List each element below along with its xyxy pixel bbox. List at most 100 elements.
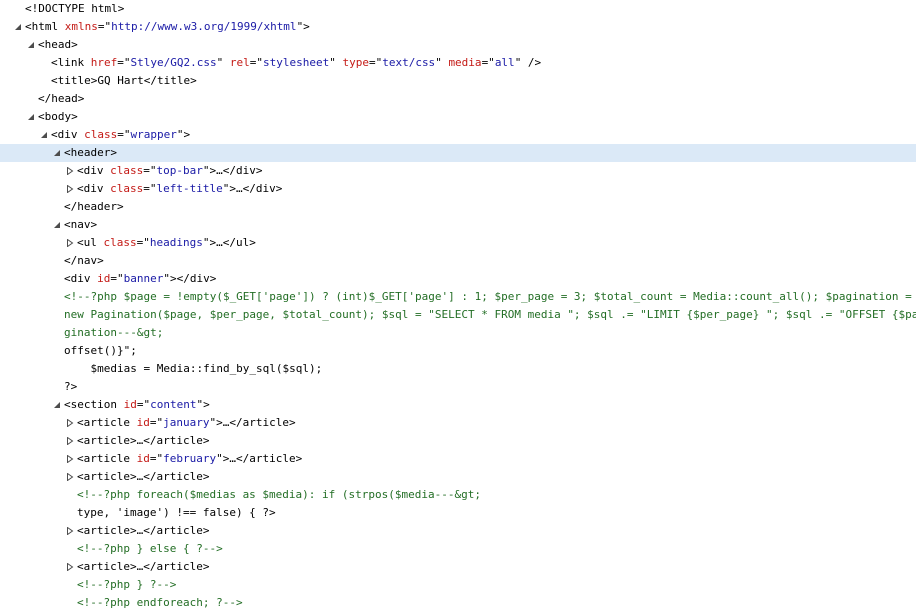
dom-node-row[interactable]: <!--?php } else { ?--> xyxy=(0,540,916,558)
token-attr-name: id xyxy=(97,272,111,285)
token-tag: =" xyxy=(149,416,164,429)
dom-node-row[interactable]: <header> xyxy=(0,144,916,162)
token-attr-value: stylesheet xyxy=(262,56,330,69)
dom-node-row[interactable]: <nav> xyxy=(0,216,916,234)
token-attr-name: id xyxy=(136,452,150,465)
token-tag: <article>…</article> xyxy=(77,434,210,447)
token-attr-value: january xyxy=(163,416,210,429)
expanded-triangle-icon[interactable] xyxy=(26,108,36,126)
dom-node-row[interactable]: <article id="february">…</article> xyxy=(0,450,916,468)
node-markup: $medias = Media::find_by_sql($sql); xyxy=(64,360,322,378)
token-tag: </header> xyxy=(64,200,124,213)
token-text: ?> xyxy=(64,380,78,393)
token-attr-value: left-title xyxy=(156,182,223,195)
token-tag: <article>…</article> xyxy=(77,524,210,537)
token-attr-value: http://www.w3.org/1999/xhtml xyxy=(111,20,297,33)
collapsed-triangle-icon[interactable] xyxy=(65,162,75,180)
dom-node-row[interactable]: </nav> xyxy=(0,252,916,270)
token-text: offset()}"; xyxy=(64,344,137,357)
dom-node-row[interactable]: <!--?php endforeach; ?--> xyxy=(0,594,916,612)
dom-node-row[interactable]: new Pagination($page, $per_page, $total_… xyxy=(0,306,916,324)
token-tag: =" xyxy=(110,272,124,285)
token-tag: "></div> xyxy=(163,272,217,285)
node-markup: offset()}"; xyxy=(64,342,137,360)
token-tag: <div xyxy=(51,128,85,141)
expanded-triangle-icon[interactable] xyxy=(52,396,62,414)
dom-node-row[interactable]: offset()}"; xyxy=(0,342,916,360)
node-markup: </nav> xyxy=(64,252,104,270)
node-markup: <div class="top-bar">…</div> xyxy=(77,162,262,180)
token-comment: gination---&gt; xyxy=(64,326,164,339)
token-tag: =" xyxy=(143,164,157,177)
expanded-triangle-icon[interactable] xyxy=(52,216,62,234)
token-tag: <section xyxy=(64,398,124,411)
dom-node-row[interactable]: <article>…</article> xyxy=(0,522,916,540)
dom-node-row[interactable]: <html xmlns="http://www.w3.org/1999/xhtm… xyxy=(0,18,916,36)
node-markup: <article id="february">…</article> xyxy=(77,450,302,468)
dom-node-row[interactable]: type, 'image') !== false) { ?> xyxy=(0,504,916,522)
dom-node-row[interactable]: <article>…</article> xyxy=(0,468,916,486)
collapsed-triangle-icon[interactable] xyxy=(65,558,75,576)
node-markup: <nav> xyxy=(64,216,97,234)
expanded-triangle-icon[interactable] xyxy=(52,144,62,162)
dom-node-row[interactable]: </head> xyxy=(0,90,916,108)
dom-node-row[interactable]: <section id="content"> xyxy=(0,396,916,414)
dom-node-row[interactable]: <title>GQ Hart</title> xyxy=(0,72,916,90)
dom-node-row[interactable]: <div class="top-bar">…</div> xyxy=(0,162,916,180)
collapsed-triangle-icon[interactable] xyxy=(65,522,75,540)
token-tag: </nav> xyxy=(64,254,104,267)
dom-node-row[interactable]: $medias = Media::find_by_sql($sql); xyxy=(0,360,916,378)
token-comment: <!--?php endforeach; ?--> xyxy=(77,596,243,609)
token-tag: "> xyxy=(176,128,191,141)
dom-tree-view: <!DOCTYPE html> <html xmlns="http://www.w… xyxy=(0,0,916,615)
dom-node-row[interactable]: <div class="left-title">…</div> xyxy=(0,180,916,198)
collapsed-triangle-icon[interactable] xyxy=(65,432,75,450)
collapsed-triangle-icon[interactable] xyxy=(65,468,75,486)
dom-node-row[interactable]: <div class="wrapper"> xyxy=(0,126,916,144)
dom-node-row[interactable]: <link href="Stlye/GQ2.css" rel="styleshe… xyxy=(0,54,916,72)
token-tag: =" xyxy=(249,56,263,69)
expanded-triangle-icon[interactable] xyxy=(13,18,23,36)
dom-node-row[interactable]: <body> xyxy=(0,108,916,126)
dom-node-row[interactable]: </header> xyxy=(0,198,916,216)
token-tag: =" xyxy=(97,20,112,33)
dom-node-row[interactable]: ?> xyxy=(0,378,916,396)
node-markup: <title>GQ Hart</title> xyxy=(51,72,197,90)
dom-node-row[interactable]: <!--?php } ?--> xyxy=(0,576,916,594)
dom-node-row[interactable]: <article id="january">…</article> xyxy=(0,414,916,432)
token-tag: " xyxy=(329,56,343,69)
dom-node-row[interactable]: <ul class="headings">…</ul> xyxy=(0,234,916,252)
node-markup: new Pagination($page, $per_page, $total_… xyxy=(64,306,916,324)
collapsed-triangle-icon[interactable] xyxy=(65,180,75,198)
node-markup: <head> xyxy=(38,36,78,54)
token-tag: </head> xyxy=(38,92,85,105)
token-tag: <div xyxy=(77,182,111,195)
token-comment: <!--?php } ?--> xyxy=(77,578,177,591)
token-tag: <header> xyxy=(64,146,117,159)
node-markup: <section id="content"> xyxy=(64,396,210,414)
token-tag: =" xyxy=(117,56,131,69)
dom-node-row[interactable]: <article>…</article> xyxy=(0,432,916,450)
dom-node-row[interactable]: <head> xyxy=(0,36,916,54)
token-attr-name: class xyxy=(103,236,137,249)
node-markup: type, 'image') !== false) { ?> xyxy=(77,504,276,522)
dom-node-row[interactable]: <!--?php foreach($medias as $media): if … xyxy=(0,486,916,504)
expanded-triangle-icon[interactable] xyxy=(26,36,36,54)
dom-node-row[interactable]: <!--?php $page = !empty($_GET['page']) ?… xyxy=(0,288,916,306)
token-attr-value: banner xyxy=(123,272,164,285)
expanded-triangle-icon[interactable] xyxy=(39,126,49,144)
token-attr-name: id xyxy=(136,416,150,429)
token-attr-name: rel xyxy=(229,56,250,69)
token-text: GQ Hart xyxy=(97,74,144,87)
collapsed-triangle-icon[interactable] xyxy=(65,414,75,432)
dom-node-row[interactable]: <article>…</article> xyxy=(0,558,916,576)
token-attr-value: top-bar xyxy=(156,164,203,177)
collapsed-triangle-icon[interactable] xyxy=(65,234,75,252)
token-tag: <div xyxy=(77,164,111,177)
dom-node-row[interactable]: <div id="banner"></div> xyxy=(0,270,916,288)
token-attr-value: february xyxy=(163,452,217,465)
collapsed-triangle-icon[interactable] xyxy=(65,450,75,468)
token-tag: =" xyxy=(368,56,383,69)
dom-node-row[interactable]: gination---&gt; xyxy=(0,324,916,342)
dom-node-row[interactable]: <!DOCTYPE html> xyxy=(0,0,916,18)
